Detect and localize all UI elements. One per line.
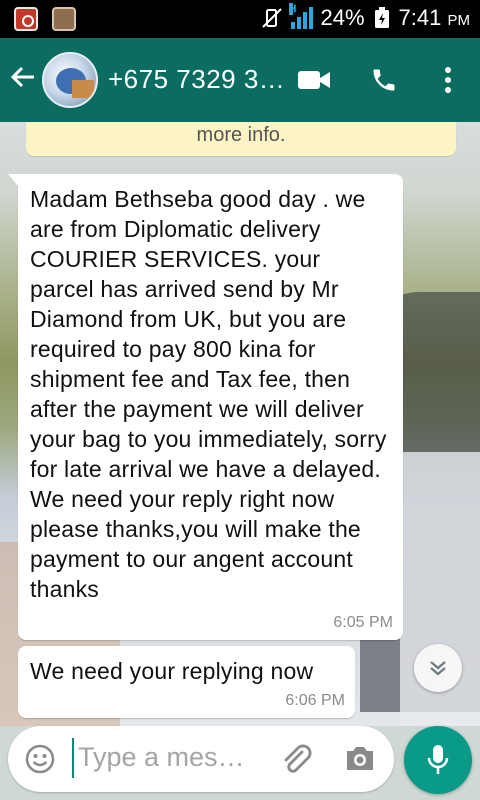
attach-icon[interactable] [278,742,312,781]
clock-ampm: PM [447,12,471,29]
signal-icon: H [288,3,313,29]
message-time: 6:06 PM [285,692,345,709]
video-call-icon[interactable] [296,62,332,98]
message-input[interactable]: Type a mes… [78,742,245,773]
overflow-menu-icon[interactable] [430,62,466,98]
status-indicators: H 24% 7:41 PM [261,3,470,31]
contact-name[interactable]: +675 7329 3… [108,64,285,95]
message-text: Madam Bethseba good day . we are from Di… [30,186,387,602]
text-caret [72,738,74,778]
battery-percent: 24% [320,5,365,30]
double-chevron-down-icon [430,661,446,676]
back-arrow-icon[interactable] [10,62,36,96]
gallery-notification-icon [52,7,76,31]
incoming-message[interactable]: Madam Bethseba good day . we are from Di… [8,174,403,640]
camera-icon[interactable] [344,743,376,778]
voice-message-button[interactable] [404,726,472,794]
chat-header: +675 7329 3… [0,38,480,122]
scroll-down-button[interactable] [414,644,462,692]
status-bar: H 24% 7:41 PM [0,0,480,38]
composer: Type a mes… [0,726,480,800]
microphone-icon [427,745,449,774]
chat-area[interactable]: more info. Madam Bethseba good day . we … [0,122,480,726]
notification-icons [14,7,76,31]
emoji-icon[interactable] [24,743,56,780]
clock-time: 7:41 [398,5,442,30]
contact-avatar[interactable] [42,52,98,108]
message-text: We need your replying now [30,658,314,684]
battery-charging-icon [374,7,389,28]
incoming-message[interactable]: We need your replying now 6:06 PM [18,646,355,718]
info-banner[interactable]: more info. [26,122,456,156]
phone-icon[interactable] [366,62,402,98]
clock: 7:41 PM [399,5,470,31]
message-input-container[interactable]: Type a mes… [8,726,394,792]
network-type: H [288,3,297,15]
message-time: 6:05 PM [333,614,393,631]
app-notification-icon [14,7,38,31]
vibrate-off-icon [261,8,282,28]
